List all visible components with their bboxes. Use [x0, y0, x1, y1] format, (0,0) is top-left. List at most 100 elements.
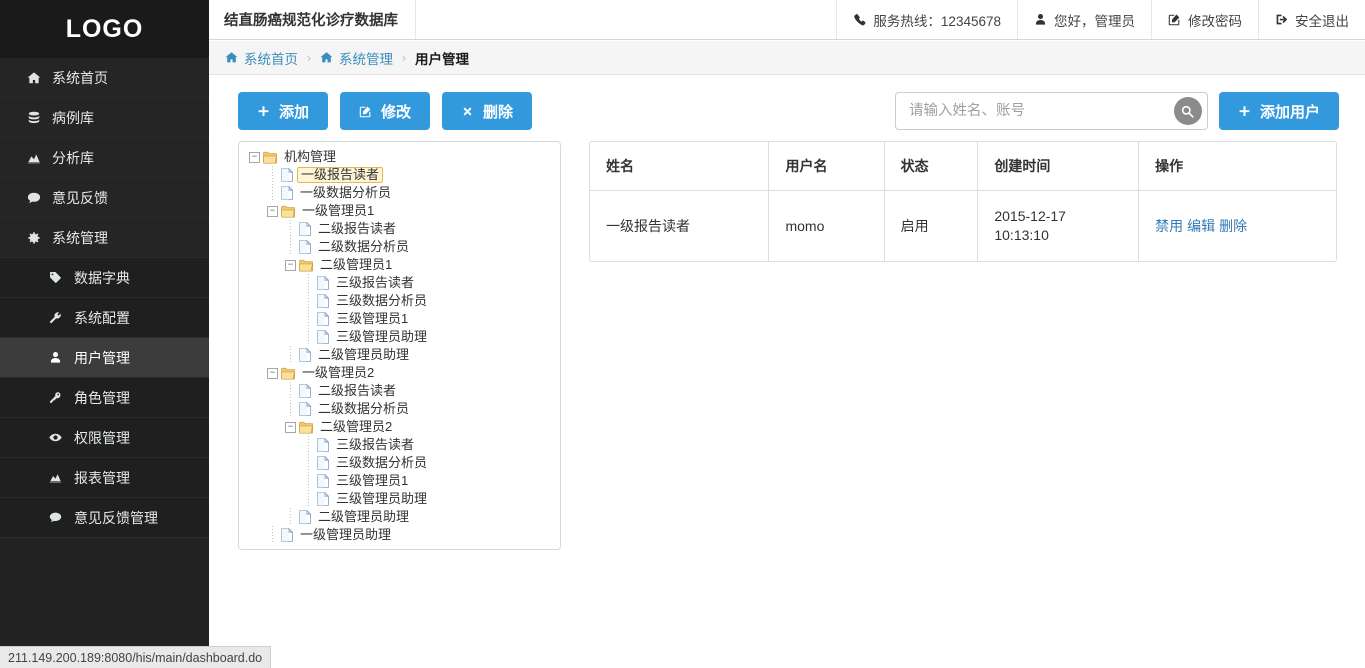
tree-connector — [303, 472, 314, 490]
breadcrumb-item-1[interactable]: 系统管理 — [320, 48, 393, 68]
tree-node[interactable]: 二级报告读者 — [239, 382, 560, 400]
sidebar-item-2[interactable]: 分析库 — [0, 138, 209, 178]
tree-connector — [303, 292, 314, 310]
file-icon — [317, 474, 329, 488]
sign-out-icon — [1275, 13, 1288, 26]
comment-icon — [27, 191, 41, 205]
tree-node-label: 三级管理员助理 — [336, 329, 428, 344]
sidebar-item-7[interactable]: 用户管理 — [0, 338, 209, 378]
tree-node-label: 一级报告读者 — [297, 167, 384, 183]
tree-node[interactable]: 三级管理员1 — [239, 310, 560, 328]
tree-node[interactable]: 三级数据分析员 — [239, 454, 560, 472]
tree-node[interactable]: − 机构管理 — [239, 148, 560, 166]
home-icon — [225, 51, 238, 64]
file-icon — [281, 186, 293, 200]
user-table-container: 姓名 用户名 状态 创建时间 操作 一级报告读者 momo 启用 2015-12-17 10:1… — [589, 141, 1337, 262]
tree-connector — [303, 436, 314, 454]
search-icon[interactable] — [1173, 97, 1202, 125]
tree-connector — [285, 508, 296, 526]
tree-node[interactable]: 三级管理员1 — [239, 472, 560, 490]
chart-area-icon — [49, 471, 62, 484]
sidebar-item-8[interactable]: 角色管理 — [0, 378, 209, 418]
tree-node[interactable]: 一级数据分析员 — [239, 184, 560, 202]
tree-collapse-icon[interactable]: − — [267, 205, 278, 217]
cell-username: momo — [768, 190, 885, 261]
plus-icon — [1238, 105, 1251, 118]
sidebar-item-6[interactable]: 系统配置 — [0, 298, 209, 338]
tree-collapse-icon[interactable]: − — [285, 421, 296, 433]
file-icon — [317, 456, 329, 470]
tree-node[interactable]: − 一级管理员1 — [239, 202, 560, 220]
tree-node[interactable]: 二级数据分析员 — [239, 238, 560, 256]
chart-area-icon — [24, 151, 43, 165]
tree-node-label: 一级管理员助理 — [300, 527, 392, 542]
sidebar-item-label: 意见反馈 — [52, 189, 108, 206]
tree-node[interactable]: − 二级管理员1 — [239, 256, 560, 274]
sidebar-item-5[interactable]: 数据字典 — [0, 258, 209, 298]
file-icon — [281, 168, 293, 182]
breadcrumb-item-2: 用户管理 — [415, 48, 469, 68]
tree-node[interactable]: 三级管理员助理 — [239, 490, 560, 508]
file-icon — [299, 510, 311, 524]
tree-node-label: 一级数据分析员 — [300, 185, 392, 200]
tree-collapse-icon[interactable]: − — [285, 259, 296, 271]
tree-collapse-icon[interactable]: − — [249, 151, 260, 163]
header-item-label: 服务热线：12345678 — [873, 13, 1001, 29]
breadcrumb-item-0[interactable]: 系统首页 — [225, 48, 298, 68]
sidebar-item-label: 报表管理 — [74, 469, 130, 486]
wrench-icon — [49, 311, 62, 324]
action-link-1[interactable]: 编辑 — [1187, 218, 1215, 234]
action-link-0[interactable]: 禁用 — [1155, 218, 1183, 234]
sidebar-item-0[interactable]: 系统首页 — [0, 58, 209, 98]
tree-node[interactable]: 二级报告读者 — [239, 220, 560, 238]
sidebar-item-11[interactable]: 意见反馈管理 — [0, 498, 209, 538]
tree-node-label: 二级管理员1 — [320, 257, 393, 272]
toolbar-button-2[interactable]: 删除 — [442, 92, 533, 130]
header-item-label: 您好，管理员 — [1054, 13, 1135, 29]
toolbar-button-label: 删除 — [483, 103, 514, 121]
plus-icon — [1238, 105, 1251, 118]
action-toolbar: 添加 修改 删除 — [238, 92, 533, 130]
tree-node[interactable]: 二级管理员助理 — [239, 508, 560, 526]
tree-node[interactable]: 三级数据分析员 — [239, 292, 560, 310]
tree-node[interactable]: − 二级管理员2 — [239, 418, 560, 436]
tree-connector — [303, 328, 314, 346]
tree-connector — [285, 220, 296, 238]
sidebar-item-label: 系统配置 — [74, 309, 130, 326]
sidebar-item-4[interactable]: 系统管理 — [0, 218, 209, 258]
sidebar: LOGO 系统首页 病例库 分析库意见反馈系统管理 数据字典系统配置用户管理 角色管理权… — [0, 0, 209, 668]
tree-connector — [267, 526, 278, 544]
search-input[interactable] — [895, 94, 1161, 128]
tree-node[interactable]: 三级管理员助理 — [239, 328, 560, 346]
chart-area-icon — [46, 471, 65, 484]
tree-node[interactable]: 二级管理员助理 — [239, 346, 560, 364]
table-body: 一级报告读者 momo 启用 2015-12-17 10:13:10 禁用 编辑 删除 — [590, 190, 1336, 261]
toolbar-button-0[interactable]: 添加 — [238, 92, 329, 130]
tree-node[interactable]: 二级数据分析员 — [239, 400, 560, 418]
chart-area-icon — [27, 151, 41, 165]
tree-connector — [267, 166, 278, 184]
user-table: 姓名 用户名 状态 创建时间 操作 一级报告读者 momo 启用 2015-12-17 10:1… — [590, 142, 1336, 261]
org-tree-panel[interactable]: − 机构管理 一级报告读者 一级数据分析员 − 一级管理员1 二级报告读者 二级数据分析员 − 二… — [238, 141, 561, 550]
tree-node[interactable]: 一级管理员助理 — [239, 526, 560, 544]
tree-node[interactable]: 三级报告读者 — [239, 274, 560, 292]
sidebar-item-10[interactable]: 报表管理 — [0, 458, 209, 498]
phone-icon — [853, 13, 866, 26]
add-user-button[interactable]: 添加用户 — [1218, 92, 1339, 130]
tree-node[interactable]: 一级报告读者 — [239, 166, 560, 184]
tree-collapse-icon[interactable]: − — [267, 367, 278, 379]
file-icon — [317, 438, 329, 452]
header-item-3[interactable]: 安全退出 — [1258, 0, 1365, 39]
toolbar-button-1[interactable]: 修改 — [340, 92, 431, 130]
sidebar-item-3[interactable]: 意见反馈 — [0, 178, 209, 218]
header-item-2[interactable]: 修改密码 — [1151, 0, 1258, 39]
sidebar-item-1[interactable]: 病例库 — [0, 98, 209, 138]
action-link-2[interactable]: 删除 — [1219, 218, 1247, 234]
tree-node[interactable]: − 一级管理员2 — [239, 364, 560, 382]
tree-node[interactable]: 三级报告读者 — [239, 436, 560, 454]
key-icon — [49, 391, 62, 404]
logo-area: LOGO — [0, 0, 209, 58]
header-item-1[interactable]: 您好，管理员 — [1017, 0, 1151, 39]
sidebar-item-9[interactable]: 权限管理 — [0, 418, 209, 458]
header-item-0[interactable]: 服务热线：12345678 — [836, 0, 1017, 39]
